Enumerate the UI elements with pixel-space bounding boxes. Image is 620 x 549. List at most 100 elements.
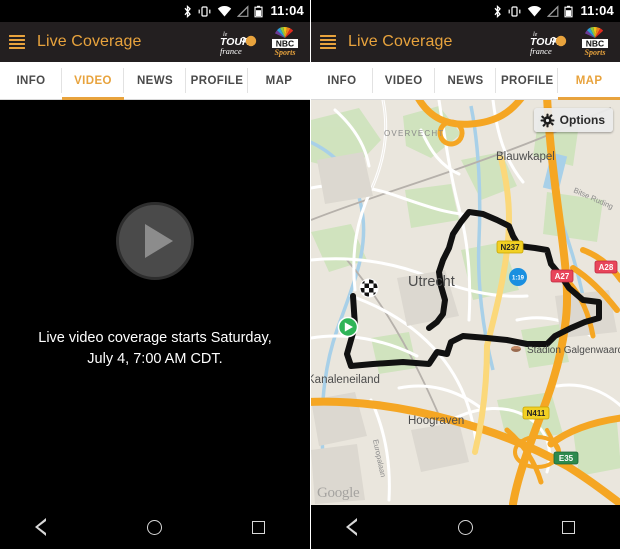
tab-video[interactable]: VIDEO	[62, 62, 124, 100]
status-bar-clock: 11:04	[270, 3, 304, 18]
wifi-icon	[218, 5, 232, 16]
tab-map[interactable]: MAP	[248, 62, 310, 99]
tab-bar: INFO VIDEO NEWS PROFILE MAP	[311, 62, 620, 100]
recents-square-icon	[251, 520, 265, 534]
app-bar: Live Coverage le TOUR france NBC Sports	[311, 22, 620, 62]
svg-text:NBC: NBC	[276, 39, 294, 49]
tour-de-france-logo: le TOUR france	[530, 32, 567, 56]
map-label-overvecht: OVERVECHT	[384, 129, 444, 138]
tab-label: NEWS	[136, 74, 174, 87]
tab-news[interactable]: NEWS	[124, 62, 186, 99]
map-label-stadion-galgenwaard: Stadion Galgenwaard	[527, 345, 620, 356]
video-panel: Live video coverage starts Saturday, Jul…	[0, 100, 310, 505]
tab-info[interactable]: INFO	[311, 62, 373, 99]
tab-info[interactable]: INFO	[0, 62, 62, 99]
android-nav-bar	[0, 505, 310, 549]
shield-e35: E35	[553, 451, 579, 465]
logo-group: le TOUR france NBC Sports	[528, 26, 614, 58]
map-label-utrecht: Utrecht	[408, 274, 455, 290]
svg-text:Sports: Sports	[275, 48, 296, 57]
home-button[interactable]	[444, 505, 488, 549]
signal-off-icon	[237, 4, 249, 17]
svg-text:N411: N411	[527, 409, 546, 418]
stadium-poi-icon	[511, 346, 521, 352]
phone-screen-video: 11:04 Live Coverage le TOUR france NBC S…	[0, 0, 310, 549]
time-marker-label: 1:19	[512, 276, 525, 282]
battery-icon	[564, 5, 574, 17]
google-attribution: Google	[317, 485, 360, 501]
android-nav-bar	[311, 505, 620, 549]
back-button[interactable]	[30, 505, 74, 549]
tab-label: VIDEO	[384, 74, 423, 87]
map-label-hoograven: Hoograven	[408, 415, 464, 427]
video-status-message: Live video coverage starts Saturday, Jul…	[20, 328, 290, 370]
shield-a27: A27	[550, 269, 574, 283]
tab-label: PROFILE	[190, 74, 244, 87]
map-label-kanaleneiland: Kanaleneiland	[311, 374, 380, 386]
tab-bar: INFO VIDEO NEWS PROFILE MAP	[0, 62, 310, 100]
recents-square-icon	[562, 520, 575, 534]
page-title: Live Coverage	[37, 33, 142, 50]
shield-n411: N411	[522, 406, 550, 420]
screenshot-pair: 11:04 Live Coverage le TOUR france NBC S…	[0, 0, 620, 549]
map-options-button[interactable]: Options	[533, 108, 613, 132]
shield-n237: N237	[496, 240, 524, 254]
tab-video[interactable]: VIDEO	[372, 62, 435, 99]
route-time-marker: 1:19	[509, 268, 527, 286]
phone-screen-map: 11:04 Live Coverage le TOUR france NBC S…	[310, 0, 620, 549]
status-bar: 11:04	[0, 0, 310, 22]
bluetooth-icon	[184, 4, 192, 18]
hamburger-menu-icon[interactable]	[9, 35, 25, 49]
battery-icon	[254, 5, 264, 17]
tab-news[interactable]: NEWS	[434, 62, 497, 99]
gear-icon	[540, 113, 555, 127]
video-message-line1: Live video coverage starts Saturday,	[38, 330, 272, 346]
video-message-line2: July 4, 7:00 AM CDT.	[87, 351, 223, 367]
back-triangle-icon	[346, 518, 368, 536]
shield-a28: A28	[594, 260, 618, 274]
map-options-label: Options	[559, 113, 605, 127]
tab-label: INFO	[327, 74, 357, 87]
back-button[interactable]	[341, 505, 385, 549]
svg-text:france: france	[220, 46, 242, 56]
vibrate-icon	[199, 5, 211, 17]
nbc-sports-logo: NBC Sports	[582, 26, 608, 57]
tab-profile[interactable]: PROFILE	[186, 62, 248, 99]
status-bar-clock: 11:04	[580, 3, 614, 18]
recents-button[interactable]	[236, 505, 280, 549]
tab-label: MAP	[575, 74, 603, 87]
recents-button[interactable]	[547, 505, 591, 549]
bluetooth-icon	[494, 4, 502, 18]
svg-text:A28: A28	[599, 263, 614, 272]
status-bar: 11:04	[311, 0, 620, 22]
vibrate-icon	[509, 5, 521, 17]
home-circle-icon	[458, 519, 473, 535]
map-panel[interactable]: 1:19 OVERVECHT Blauwkapel Bitse Ruding U…	[311, 100, 620, 505]
tab-profile[interactable]: PROFILE	[496, 62, 559, 99]
tab-label: MAP	[265, 74, 293, 87]
logo-group: le TOUR france NBC Sports	[218, 26, 304, 58]
play-button-icon[interactable]	[116, 202, 194, 280]
route-finish-marker	[359, 278, 379, 298]
back-triangle-icon	[35, 518, 57, 536]
signal-off-icon	[547, 4, 559, 17]
svg-text:Sports: Sports	[585, 48, 606, 57]
tab-label: INFO	[16, 74, 46, 87]
play-triangle	[145, 224, 173, 258]
hamburger-menu-icon[interactable]	[320, 35, 336, 49]
home-button[interactable]	[133, 505, 177, 549]
play-button-wrap	[116, 202, 194, 280]
svg-text:NBC: NBC	[586, 39, 604, 49]
svg-text:france: france	[530, 46, 552, 56]
home-circle-icon	[147, 519, 163, 535]
svg-text:E35: E35	[559, 454, 574, 463]
wifi-icon	[528, 5, 542, 16]
route-start-marker	[337, 316, 359, 338]
svg-text:N237: N237	[500, 243, 520, 252]
map-canvas[interactable]: 1:19 OVERVECHT Blauwkapel Bitse Ruding U…	[311, 100, 620, 505]
tab-map[interactable]: MAP	[558, 62, 620, 100]
app-bar: Live Coverage le TOUR france NBC Sports	[0, 22, 310, 62]
svg-text:A27: A27	[555, 272, 570, 281]
map-label-blauwkapel: Blauwkapel	[496, 151, 555, 163]
tour-de-france-logo: le TOUR france	[220, 32, 257, 56]
